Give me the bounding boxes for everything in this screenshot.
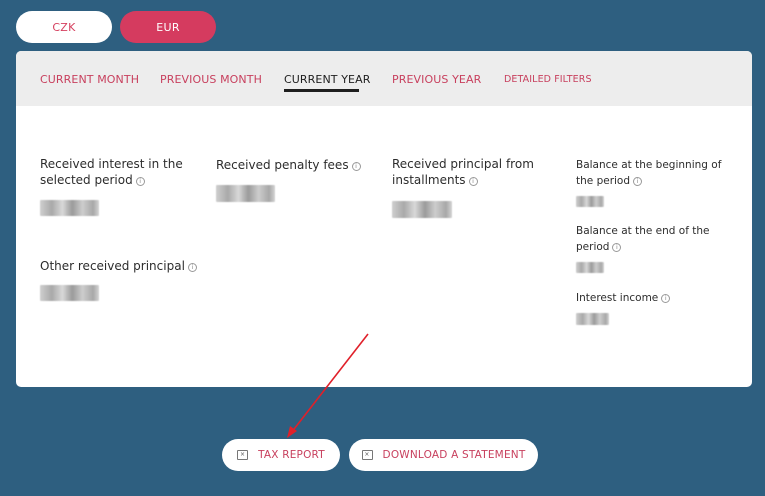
tax-report-button[interactable]: × TAX REPORT xyxy=(222,439,340,471)
balance-end-value-redacted xyxy=(576,262,604,273)
tab-previous-year[interactable]: PREVIOUS YEAR xyxy=(392,73,481,86)
tab-current-month[interactable]: CURRENT MONTH xyxy=(40,73,139,86)
balance-begin-label: Balance at the beginning of the period i xyxy=(576,159,722,187)
interest-income-label: Interest income i xyxy=(576,290,671,306)
received-interest-label: Received interest in the selected period… xyxy=(40,157,183,187)
other-principal-label: Other received principal i xyxy=(40,258,197,274)
info-icon[interactable]: i xyxy=(661,294,671,303)
period-tabbar: CURRENT MONTH PREVIOUS MONTH CURRENT YEA… xyxy=(16,51,752,106)
balance-begin-value-redacted xyxy=(576,196,604,207)
info-icon[interactable]: i xyxy=(187,263,197,272)
other-principal-value-redacted xyxy=(40,285,99,301)
spreadsheet-icon: × xyxy=(361,450,373,460)
info-icon[interactable]: i xyxy=(633,177,643,186)
statistics-card: CURRENT MONTH PREVIOUS MONTH CURRENT YEA… xyxy=(16,51,752,387)
received-interest-value-redacted xyxy=(40,200,99,216)
spreadsheet-icon: × xyxy=(237,450,249,460)
principal-installments-value-redacted xyxy=(392,201,452,218)
tab-previous-month[interactable]: PREVIOUS MONTH xyxy=(160,73,262,86)
info-icon[interactable]: i xyxy=(612,243,622,252)
info-icon[interactable]: i xyxy=(468,177,478,186)
penalty-fees-value-redacted xyxy=(216,185,275,202)
tab-detailed-filters[interactable]: DETAILED FILTERS xyxy=(504,74,592,85)
principal-installments-label: Received principal from installments i xyxy=(392,157,534,187)
tab-current-year[interactable]: CURRENT YEAR xyxy=(284,73,370,86)
currency-eur-button[interactable]: EUR xyxy=(120,11,216,43)
annotation-arrow-head xyxy=(287,426,297,438)
download-statement-button[interactable]: × DOWNLOAD A STATEMENT xyxy=(349,439,538,471)
tax-report-label: TAX REPORT xyxy=(258,449,325,461)
info-icon[interactable]: i xyxy=(135,177,145,186)
interest-income-value-redacted xyxy=(576,313,609,325)
info-icon[interactable]: i xyxy=(351,162,361,171)
active-tab-indicator xyxy=(284,89,359,92)
penalty-fees-label: Received penalty fees i xyxy=(216,157,361,173)
currency-czk-button[interactable]: CZK xyxy=(16,11,112,43)
balance-end-label: Balance at the end of the period i xyxy=(576,225,710,253)
download-statement-label: DOWNLOAD A STATEMENT xyxy=(382,449,526,461)
